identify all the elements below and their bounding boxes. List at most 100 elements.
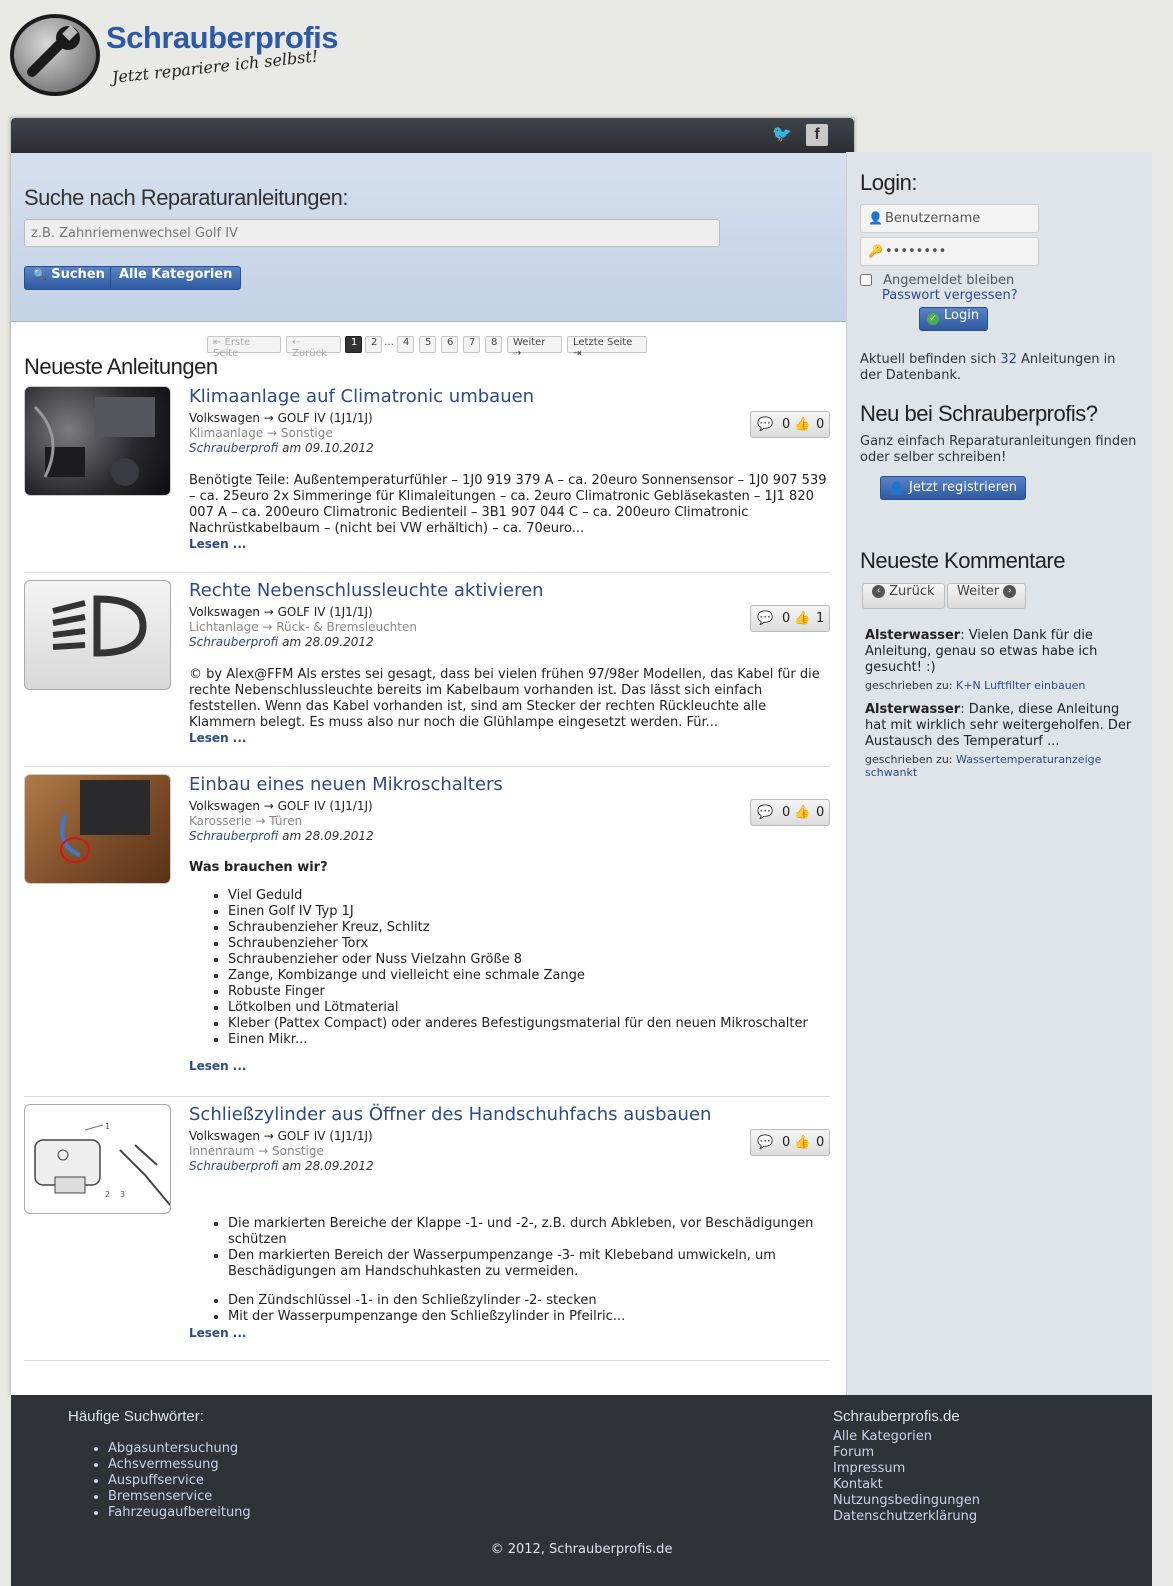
comment-article-link[interactable]: K+N Luftfilter einbauen [956,679,1085,692]
footer: Häufige Suchwörter: Abgasuntersuchung Ac… [11,1395,1152,1586]
diagram-label: 3 [120,1190,125,1199]
page-8[interactable]: 8 [485,336,502,353]
page-6[interactable]: 6 [441,336,458,353]
article-make[interactable]: Volkswagen → GOLF IV (1J1/1J) [189,1129,374,1144]
article-thumbnail[interactable] [24,580,171,690]
article-list: Den Zündschlüssel -1- in den Schließzyli… [189,1293,829,1325]
page-5[interactable]: 5 [419,336,436,353]
comment-bubble-icon: 💬 [757,805,774,820]
like-count: 0 [816,1135,825,1150]
thumbs-up-icon[interactable]: 👍 [794,417,810,432]
comments-next-button[interactable]: Weiter › [947,583,1027,609]
article-author[interactable]: Schrauberprofi [189,829,278,843]
article-thumbnail[interactable] [24,386,171,496]
page-2[interactable]: 2 [365,336,382,353]
site-logo[interactable]: Schrauberprofis Jetzt repariere ich selb… [10,14,410,104]
password-field[interactable]: 🔑 •••••••• [860,237,1039,266]
article-title[interactable]: Klimaanlage auf Climatronic umbauen [189,386,534,407]
article-stats: 💬 0 👍 0 [750,799,830,826]
login-heading: Login: [860,170,917,195]
article-author[interactable]: Schrauberprofi [189,441,278,455]
first-page-button[interactable]: ⇤ Erste Seite [207,336,281,359]
last-page-button[interactable]: Letzte Seite ⇥ [567,336,647,359]
article-divider [24,1360,830,1361]
comment-count: 0 [782,1135,791,1150]
article-thumbnail[interactable] [24,774,171,884]
article-item: Klimaanlage auf Climatronic umbauen Volk… [24,386,830,566]
twitter-icon[interactable]: 🐦 [771,124,793,146]
count-prefix: Aktuell befinden sich [860,352,997,367]
article-category[interactable]: Lichtanlage → Rück- & Bremsleuchten [189,620,417,635]
diagram-label: 1 [105,1122,110,1131]
next-page-button[interactable]: Weiter ⇢ [507,336,562,359]
comment-bubble-icon: 💬 [757,417,774,432]
user-add-icon: 👤 [889,481,904,495]
read-more-link[interactable]: Lesen ... [189,731,246,745]
article-thumbnail[interactable]: 1 2 3 [24,1104,171,1214]
prev-page-button[interactable]: ⇠ Zurück [286,336,341,359]
article-category[interactable]: Innenraum → Sonstige [189,1144,374,1159]
site-links-heading: Schrauberprofis.de [833,1408,960,1425]
read-more-link[interactable]: Lesen ... [189,537,246,551]
footer-link-forum[interactable]: Forum [833,1445,980,1461]
comment-count: 0 [782,611,791,626]
read-more-link[interactable]: Lesen ... [189,1326,246,1340]
article-intro: Was brauchen wir? [189,860,328,875]
article-stats: 💬 0 👍 0 [750,1129,830,1156]
article-make[interactable]: Volkswagen → GOLF IV (1J1/1J) [189,799,374,814]
count-value[interactable]: 32 [1000,352,1017,367]
article-title[interactable]: Schließzylinder aus Öffner des Handschuh… [189,1104,711,1125]
list-item: Lötkolben und Lötmaterial [228,1000,829,1016]
thumbs-up-icon[interactable]: 👍 [794,1135,810,1150]
page-4[interactable]: 4 [397,336,414,353]
register-button-label: Jetzt registrieren [909,480,1018,495]
article-title[interactable]: Einbau eines neuen Mikroschalters [189,774,503,795]
all-categories-button[interactable]: Alle Kategorien [110,266,242,290]
article-make[interactable]: Volkswagen → GOLF IV (1J1/1J) [189,605,417,620]
list-item: Mit der Wasserpumpenzange den Schließzyl… [228,1309,829,1325]
register-button[interactable]: 👤 Jetzt registrieren [880,476,1027,500]
search-button[interactable]: 🔍 Suchen [24,266,114,290]
article-category[interactable]: Karosserie → Türen [189,814,374,829]
article-category[interactable]: Klimaanlage → Sonstige [189,426,374,441]
main-content: 🐦 f Suche nach Reparaturanleitungen: 🔍 S… [11,118,854,1395]
thumbs-up-icon[interactable]: 👍 [794,805,810,820]
forgot-password-link[interactable]: Passwort vergessen? [882,288,1018,304]
keyword-link[interactable]: Fahrzeugaufbereitung [108,1505,251,1521]
article-author[interactable]: Schrauberprofi [189,635,278,649]
username-field[interactable]: 👤 Benutzername [860,204,1039,233]
article-make[interactable]: Volkswagen → GOLF IV (1J1/1J) [189,411,374,426]
arrow-right-icon: › [1003,585,1017,598]
list-item: Einen Golf IV Typ 1J [228,904,829,920]
footer-link-impressum[interactable]: Impressum [833,1461,980,1477]
article-author[interactable]: Schrauberprofi [189,1159,278,1173]
footer-link-contact[interactable]: Kontakt [833,1477,980,1493]
search-input[interactable] [24,219,720,247]
keyword-link[interactable]: Auspuffservice [108,1473,251,1489]
thumbs-up-icon[interactable]: 👍 [794,611,810,626]
page-1[interactable]: 1 [345,336,362,353]
comment-author[interactable]: Alsterwasser [865,628,960,643]
keyword-link[interactable]: Bremsenservice [108,1489,251,1505]
comments-prev-label: Zurück [889,584,935,599]
list-item: Den Zündschlüssel -1- in den Schließzyli… [228,1293,829,1309]
footer-link-categories[interactable]: Alle Kategorien [833,1429,980,1445]
page-7[interactable]: 7 [463,336,480,353]
comment-author[interactable]: Alsterwasser [865,702,960,717]
login-button[interactable]: ✓ Login [919,307,989,331]
read-more-link[interactable]: Lesen ... [189,1059,246,1073]
list-item: Viel Geduld [228,888,829,904]
remember-checkbox[interactable] [860,273,872,286]
keyword-link[interactable]: Abgasuntersuchung [108,1441,251,1457]
article-stats: 💬 0 👍 1 [750,605,830,632]
keyword-link[interactable]: Achsvermessung [108,1457,251,1473]
article-title[interactable]: Rechte Nebenschlussleuchte aktivieren [189,580,544,601]
footer-link-terms[interactable]: Nutzungsbedingungen [833,1493,980,1509]
facebook-icon[interactable]: f [806,124,828,146]
footer-link-privacy[interactable]: Datenschutzerklärung [833,1509,980,1525]
comments-next-label: Weiter [957,584,1000,599]
article-list: Viel Geduld Einen Golf IV Typ 1J Schraub… [189,888,829,1048]
list-item: Einen Mikr... [228,1032,829,1048]
comments-prev-button[interactable]: ‹ Zurück [862,583,945,609]
article-item: 1 2 3 Schließzylinder aus Öffner des Han… [24,1104,830,1354]
